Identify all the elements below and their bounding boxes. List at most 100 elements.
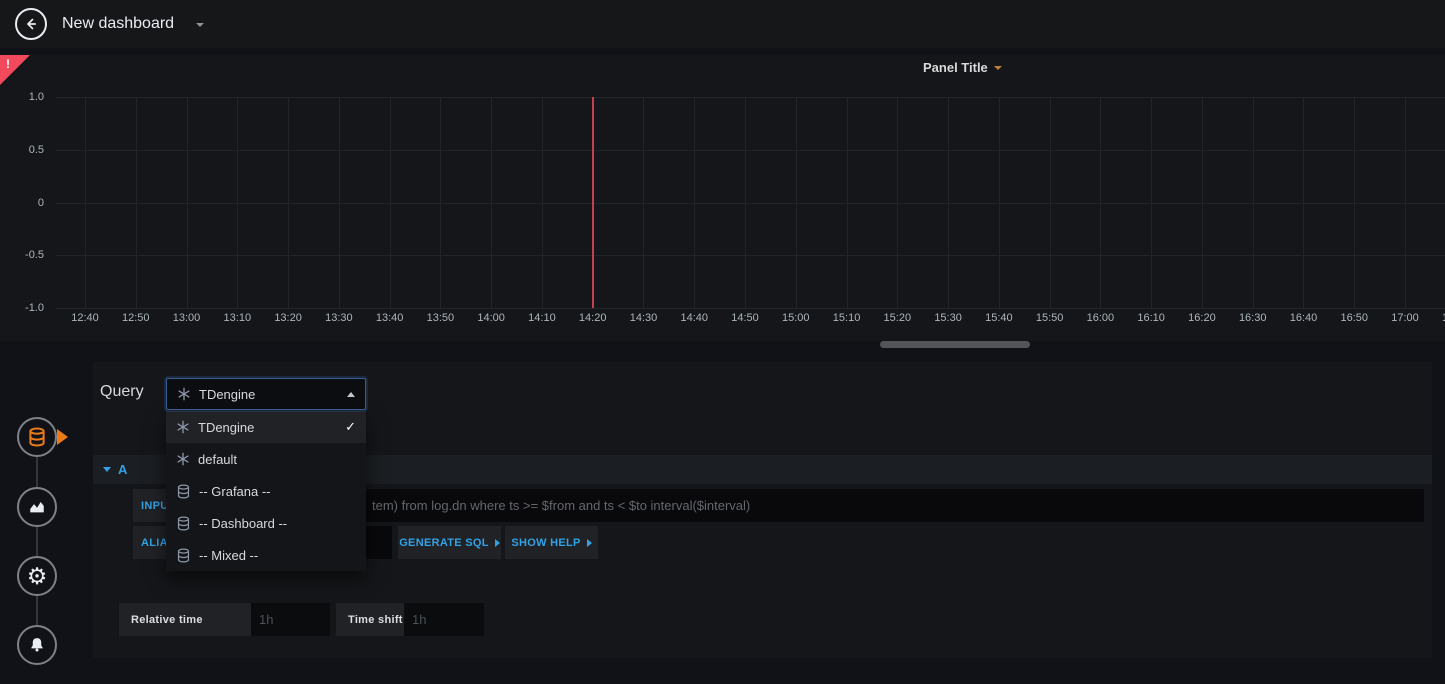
- database-icon: [176, 516, 191, 531]
- y-axis-label: 0.5: [0, 144, 44, 156]
- database-icon: [27, 427, 47, 447]
- grid-line-v: [440, 97, 441, 308]
- x-axis-label: 16:10: [1129, 312, 1173, 324]
- grid-line-v: [491, 97, 492, 308]
- grid-line-v: [643, 97, 644, 308]
- x-axis-label: 13:50: [418, 312, 462, 324]
- query-ref-id: A: [118, 462, 127, 477]
- grid-line-v: [1151, 97, 1152, 308]
- chart-icon: [28, 498, 46, 516]
- grid-line-v: [85, 97, 86, 308]
- y-axis-label: 0: [0, 197, 44, 209]
- caret-up-icon: [347, 392, 355, 397]
- x-axis-label: 15:10: [825, 312, 869, 324]
- y-axis-label: -0.5: [0, 249, 44, 261]
- gear-icon: ⚙: [27, 565, 48, 588]
- datasource-select[interactable]: TDengine: [166, 378, 366, 410]
- x-axis-label: 13:00: [165, 312, 209, 324]
- datasource-option-grafana[interactable]: -- Grafana --: [166, 475, 366, 507]
- active-tab-arrow-icon: [57, 429, 68, 445]
- database-icon: [176, 484, 191, 499]
- datasource-select-value: TDengine: [199, 387, 255, 402]
- x-axis-label: 16:20: [1180, 312, 1224, 324]
- x-axis-label: 15:20: [875, 312, 919, 324]
- datasource-option-mixed[interactable]: -- Mixed --: [166, 539, 366, 571]
- bell-icon: [28, 636, 46, 654]
- datasource-menu: TDengine✓default-- Grafana ---- Dashboar…: [166, 411, 366, 571]
- back-button[interactable]: [15, 8, 47, 40]
- caret-right-icon: [587, 539, 592, 547]
- star-icon: [177, 387, 191, 401]
- x-axis-label: 13:20: [266, 312, 310, 324]
- x-axis-label: 17:00: [1383, 312, 1427, 324]
- x-axis-label: 14:40: [672, 312, 716, 324]
- grid-line-v: [847, 97, 848, 308]
- tab-connector-line: [36, 437, 38, 645]
- grid-line-v: [999, 97, 1000, 308]
- x-axis-label: 15:30: [926, 312, 970, 324]
- caret-right-icon: [495, 539, 500, 547]
- y-axis-label: -1.0: [0, 302, 44, 314]
- star-icon: [176, 420, 190, 434]
- generate-sql-button[interactable]: GENERATE SQL: [398, 526, 501, 559]
- grid-line-v: [1050, 97, 1051, 308]
- y-axis-label: 1.0: [0, 91, 44, 103]
- x-axis-label: 14:20: [571, 312, 615, 324]
- x-axis-label: 12:50: [114, 312, 158, 324]
- grid-line-v: [694, 97, 695, 308]
- grid-line-h: [56, 97, 1445, 98]
- x-axis-label: 12:40: [63, 312, 107, 324]
- graph-panel: ! Panel Title 1.00.50-0.5-1.012:4012:501…: [0, 55, 1445, 341]
- grid-line-h: [56, 203, 1445, 204]
- x-axis-label: 17:10: [1434, 312, 1445, 324]
- grid-line-h: [56, 308, 1445, 309]
- panel-tab-visualization[interactable]: [17, 487, 57, 527]
- sql-input-value: tem) from log.dn where ts >= $from and t…: [190, 489, 1424, 522]
- grid-line-v: [1253, 97, 1254, 308]
- grid-line-v: [288, 97, 289, 308]
- chart-plot: 1.0 0.5 0 -0.5 -1.0 12:40 12:50 13:00 13:10 13:20…: [0, 55, 1445, 341]
- x-axis-label: 15:00: [774, 312, 818, 324]
- annotation-line: [592, 97, 594, 308]
- datasource-option-tdengine[interactable]: TDengine✓: [166, 411, 366, 443]
- time-shift-input[interactable]: [404, 603, 484, 636]
- check-icon: ✓: [345, 419, 356, 435]
- collapse-caret-icon: [103, 467, 111, 472]
- x-axis-label: 13:10: [215, 312, 259, 324]
- grid-line-v: [136, 97, 137, 308]
- datasource-option-default[interactable]: default: [166, 443, 366, 475]
- grid-line-v: [948, 97, 949, 308]
- x-axis-label: 14:10: [520, 312, 564, 324]
- show-help-button[interactable]: SHOW HELP: [505, 526, 598, 559]
- grid-line-v: [339, 97, 340, 308]
- time-shift-label: Time shift: [336, 603, 404, 636]
- grid-line-v: [1303, 97, 1304, 308]
- sql-input[interactable]: tem) from log.dn where ts >= $from and t…: [190, 489, 1424, 522]
- x-axis-label: 16:40: [1281, 312, 1325, 324]
- grid-line-h: [56, 255, 1445, 256]
- x-axis-label: 13:30: [317, 312, 361, 324]
- panel-tab-general[interactable]: ⚙: [17, 556, 57, 596]
- x-axis-label: 13:40: [368, 312, 412, 324]
- relative-time-input[interactable]: [251, 603, 330, 636]
- panel-tab-queries[interactable]: [17, 417, 57, 457]
- star-icon: [176, 452, 190, 466]
- grid-line-v: [745, 97, 746, 308]
- horizontal-scrollbar[interactable]: [880, 341, 1030, 348]
- panel-tab-alert[interactable]: [17, 625, 57, 665]
- grid-line-v: [237, 97, 238, 308]
- x-axis-label: 14:30: [621, 312, 665, 324]
- grid-line-h: [56, 150, 1445, 151]
- x-axis-label: 14:00: [469, 312, 513, 324]
- dashboard-title[interactable]: New dashboard: [62, 0, 174, 48]
- x-axis-label: 16:30: [1231, 312, 1275, 324]
- relative-time-label: Relative time: [119, 603, 251, 636]
- arrow-left-icon: [23, 16, 39, 32]
- datasource-option-dashboard[interactable]: -- Dashboard --: [166, 507, 366, 539]
- grid-line-v: [1354, 97, 1355, 308]
- database-icon: [176, 548, 191, 563]
- grid-line-v: [1202, 97, 1203, 308]
- top-navbar: New dashboard: [0, 0, 1445, 48]
- grid-line-v: [390, 97, 391, 308]
- x-axis-label: 14:50: [723, 312, 767, 324]
